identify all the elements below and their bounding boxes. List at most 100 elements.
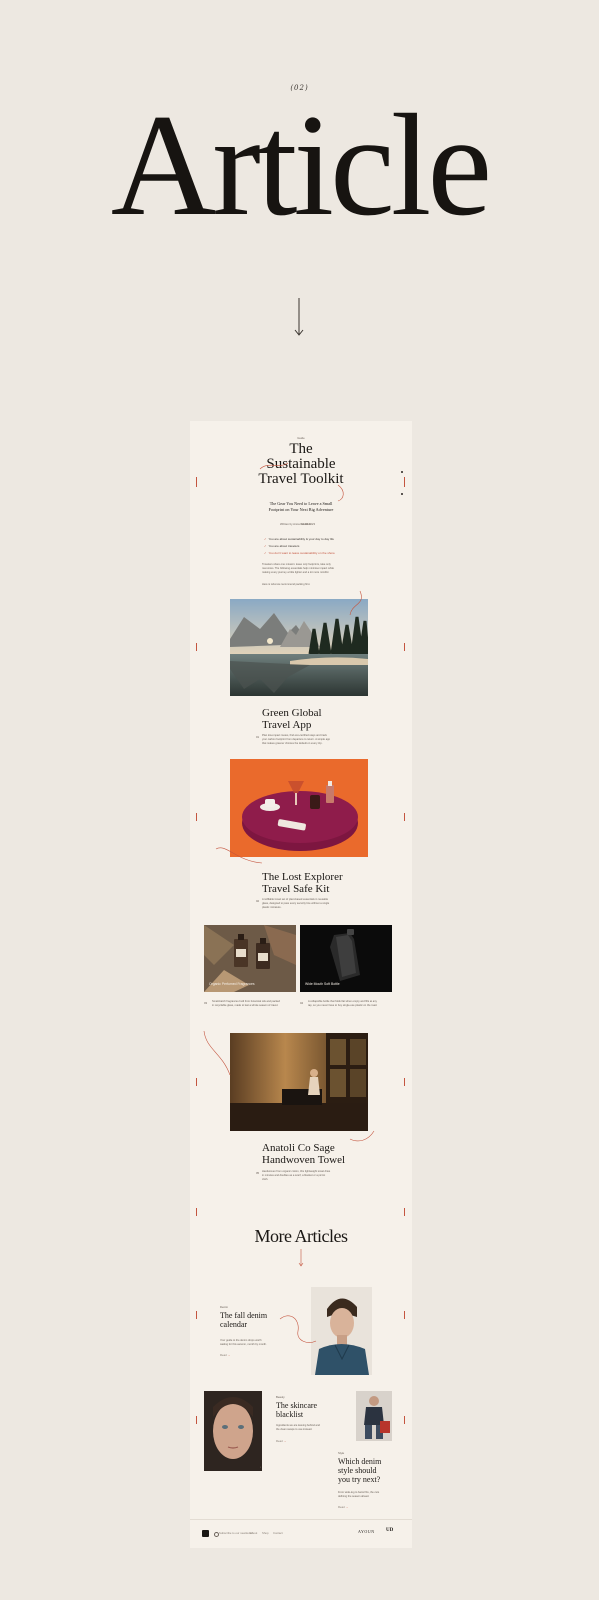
section-title-line: Travel App xyxy=(262,719,312,731)
read-more-label: Read xyxy=(338,1505,345,1509)
skincare-portrait-image xyxy=(204,1391,262,1471)
ruler-tick xyxy=(404,643,405,651)
ruler-tick xyxy=(196,1208,197,1216)
footer-link-shop[interactable]: Shop xyxy=(262,1531,269,1535)
ruler-tick xyxy=(404,1078,405,1086)
red-scribble-decoration xyxy=(215,847,263,864)
photo-towel-interior xyxy=(230,1033,368,1131)
red-scribble-decoration xyxy=(259,462,344,502)
arrow-right-icon: → xyxy=(345,1505,349,1509)
article-intro: Travelers share one mission: leave only … xyxy=(262,563,334,574)
photo-skincare-portrait xyxy=(204,1391,262,1471)
section-body: A refillable travel set of plant-based e… xyxy=(262,898,330,909)
read-more-link[interactable]: Read → xyxy=(220,1353,230,1357)
article-card-title[interactable]: The skincare blacklist xyxy=(276,1401,317,1419)
article-card-tag: Style xyxy=(338,1451,345,1455)
card-title-line: style should xyxy=(338,1466,377,1475)
red-scribble-decoration xyxy=(349,590,362,616)
footer-link-contact[interactable]: Contact xyxy=(273,1531,283,1535)
ruler-tick xyxy=(404,813,405,821)
card-title-line: Which denim xyxy=(338,1457,382,1466)
article-card-title[interactable]: The fall denim calendar xyxy=(220,1311,267,1329)
article-card-tag: Beauty xyxy=(276,1395,285,1399)
denim-style-image xyxy=(356,1391,392,1441)
photo-caption: Organic Perfumed Fragrances xyxy=(209,982,255,986)
section-number: 04 xyxy=(300,1001,304,1005)
page-marker: ▪ xyxy=(260,1465,261,1469)
article-card-body: From wide-leg to barrel fits, the cuts d… xyxy=(338,1491,380,1498)
arrow-down-icon xyxy=(298,1249,304,1267)
section-body: Small-batch fragrances built from botani… xyxy=(212,1000,280,1007)
ruler-tick xyxy=(196,1311,197,1319)
ruler-tick xyxy=(404,1311,405,1319)
section-title-line: Travel Safe Kit xyxy=(262,883,330,895)
footer-mark: UD xyxy=(386,1528,394,1533)
section-body: Plan low-impact routes, find eco-certifi… xyxy=(262,734,331,745)
ruler-dot xyxy=(401,493,403,495)
subtitle-line: Footprint on Your Next Big Adventure xyxy=(268,507,334,512)
section-number: 05 xyxy=(256,1171,260,1175)
checklist-text: You are about sustainability & your day … xyxy=(268,537,334,541)
section-title-line: The Lost Explorer xyxy=(262,871,343,883)
article-page-mockup: Guide The Sustainable Travel Toolkit The… xyxy=(190,421,412,1548)
hero-title: Article xyxy=(110,84,492,246)
footer-link-about[interactable]: About xyxy=(250,1531,257,1535)
more-articles-heading: More Articles xyxy=(254,1226,348,1246)
card-title-line: The fall denim xyxy=(220,1311,268,1320)
read-more-link[interactable]: Read → xyxy=(338,1505,348,1509)
card-title-line: blacklist xyxy=(276,1410,304,1419)
read-more-label: Read xyxy=(220,1353,227,1357)
article-card-tag: Denim xyxy=(220,1305,229,1309)
ruler-tick xyxy=(404,1416,405,1424)
arrow-right-icon: → xyxy=(283,1439,287,1443)
footer-divider xyxy=(190,1519,412,1520)
ruler-tick xyxy=(404,1208,405,1216)
section-title-line: Anatoli Co Sage xyxy=(262,1142,335,1154)
checklist-item: ✓ You don't want to leave sustainability … xyxy=(264,551,335,555)
photo-caption: Wide Mouth Soft Bottle xyxy=(305,982,340,986)
section-title-line: Green Global xyxy=(262,707,322,719)
card-title-line: you try next? xyxy=(338,1475,381,1484)
photo-perfume: Organic Perfumed Fragrances xyxy=(204,925,296,992)
section-body: A collapsible bottle that folds flat whe… xyxy=(308,1000,378,1007)
ruler-tick xyxy=(196,1078,197,1086)
checklist-item: ✓ You are about travelers xyxy=(264,544,300,548)
brand-logo-icon[interactable] xyxy=(202,1530,209,1537)
article-kicker: Guide xyxy=(297,436,305,440)
section-number: 02 xyxy=(256,899,260,903)
checklist-item: ✓ You are about sustainability & your day… xyxy=(264,537,334,541)
arrow-down-icon xyxy=(294,298,304,336)
section-body: Handwoven from organic cotton, this ligh… xyxy=(262,1170,331,1181)
photo-bottle: Wide Mouth Soft Bottle xyxy=(300,925,392,992)
photo-denim-style xyxy=(356,1391,392,1441)
checklist-text: You are about travelers xyxy=(268,544,300,548)
section-title: Green Global Travel App xyxy=(262,707,322,731)
read-more-label: Read xyxy=(276,1439,283,1443)
card-title-line: calendar xyxy=(220,1320,248,1329)
article-card-body: Your guide to the denim drops worth wait… xyxy=(220,1339,267,1346)
newsletter-link[interactable]: Subscribe to our newsletter xyxy=(219,1531,253,1535)
red-scribble-decoration xyxy=(203,1030,231,1076)
red-scribble-decoration xyxy=(349,1130,375,1142)
footer-brand[interactable]: AYOUN xyxy=(358,1529,375,1534)
ruler-tick xyxy=(196,813,197,821)
towel-interior-image xyxy=(230,1033,368,1131)
article-subtitle: The Gear You Need to Leave a Small Footp… xyxy=(190,501,412,513)
read-more-link[interactable]: Read → xyxy=(276,1439,286,1443)
section-title-line: Handwoven Towel xyxy=(262,1154,346,1166)
denim-portrait-image xyxy=(311,1287,372,1375)
article-card-title[interactable]: Which denim style should you try next? xyxy=(338,1457,381,1484)
ruler-tick xyxy=(196,643,197,651)
ruler-tick xyxy=(196,1416,197,1424)
section-number: 01 xyxy=(256,735,260,739)
article-intro-note: Here is what we recommend packing first. xyxy=(262,583,311,586)
section-number: 03 xyxy=(204,1001,208,1005)
article-date: 12.08.2023 xyxy=(301,522,315,526)
card-title-line: The skincare xyxy=(276,1401,318,1410)
section-title: The Lost Explorer Travel Safe Kit xyxy=(262,871,343,895)
photo-denim-portrait xyxy=(311,1287,372,1375)
article-card-body: Ingredients we are leaving behind and th… xyxy=(276,1424,320,1431)
section-title: Anatoli Co Sage Handwoven Towel xyxy=(262,1142,345,1166)
red-scribble-decoration xyxy=(279,1315,317,1343)
checklist-text: You don't want to leave sustainability o… xyxy=(268,551,335,555)
